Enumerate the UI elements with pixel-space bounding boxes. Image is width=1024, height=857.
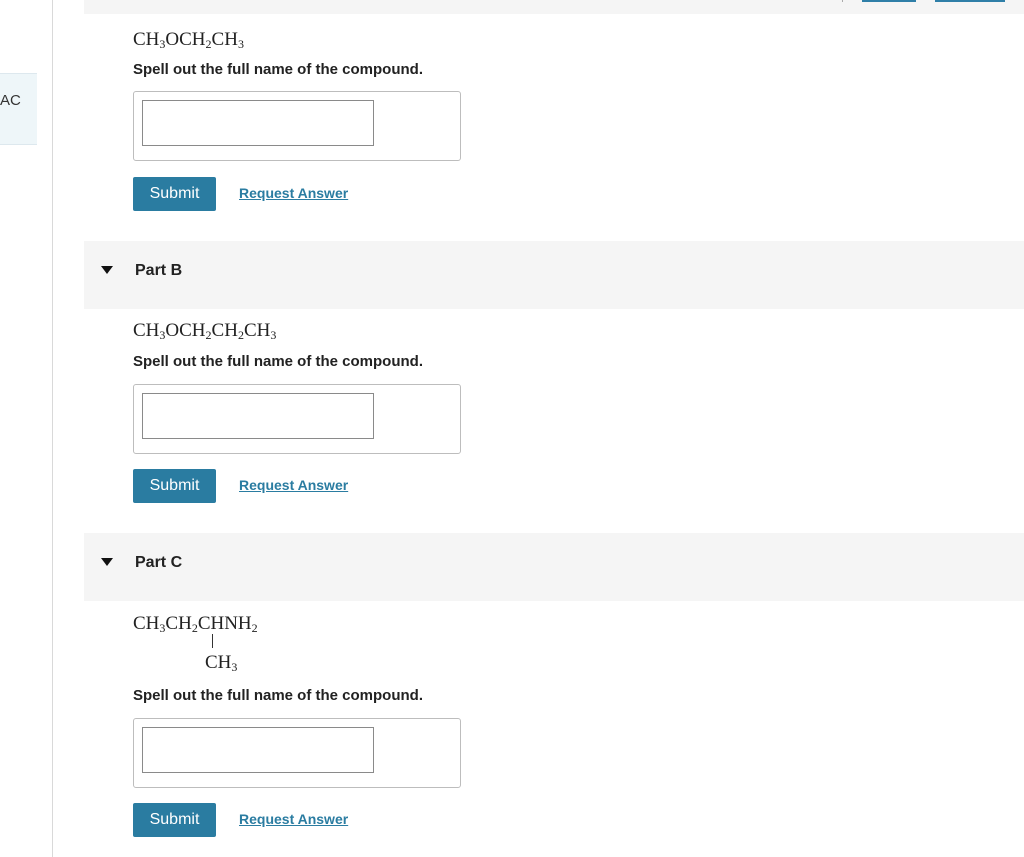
caret-down-icon[interactable]: [101, 266, 113, 274]
question-prompt-part-c: Spell out the full name of the compound.: [133, 687, 423, 704]
answer-box-part-c: [133, 718, 461, 788]
request-answer-link-part-a[interactable]: Request Answer: [239, 185, 348, 201]
request-answer-link-part-b[interactable]: Request Answer: [239, 477, 348, 493]
part-c-header[interactable]: Part C: [84, 533, 1024, 601]
formula-part-c-branch: CH3: [205, 652, 238, 674]
sidebar-tab-label: AC: [0, 92, 21, 109]
part-b-header[interactable]: Part B: [84, 241, 1024, 309]
answer-box-part-a: [133, 91, 461, 161]
top-link-underline[interactable]: [862, 0, 916, 2]
caret-down-icon[interactable]: [101, 558, 113, 566]
top-divider: [842, 0, 843, 2]
top-strip: [84, 0, 1024, 14]
answer-box-part-b: [133, 384, 461, 454]
top-link-underline[interactable]: [935, 0, 1005, 2]
part-c-title: Part C: [135, 554, 183, 571]
submit-button-part-a[interactable]: Submit: [133, 177, 216, 211]
question-prompt-part-b: Spell out the full name of the compound.: [133, 353, 423, 370]
sidebar-tab[interactable]: AC: [0, 73, 37, 145]
question-prompt-part-a: Spell out the full name of the compound.: [133, 61, 423, 78]
branch-bond: [212, 634, 213, 648]
formula-part-b: CH3OCH2CH2CH3: [133, 320, 277, 342]
answer-input-part-b[interactable]: [142, 393, 374, 439]
part-b-title: Part B: [135, 262, 183, 279]
answer-input-part-c[interactable]: [142, 727, 374, 773]
submit-button-part-c[interactable]: Submit: [133, 803, 216, 837]
formula-part-a: CH3OCH2CH3: [133, 29, 244, 51]
submit-button-part-b[interactable]: Submit: [133, 469, 216, 503]
request-answer-link-part-c[interactable]: Request Answer: [239, 811, 348, 827]
formula-part-c: CH3CH2CHNH2: [133, 613, 258, 635]
answer-input-part-a[interactable]: [142, 100, 374, 146]
